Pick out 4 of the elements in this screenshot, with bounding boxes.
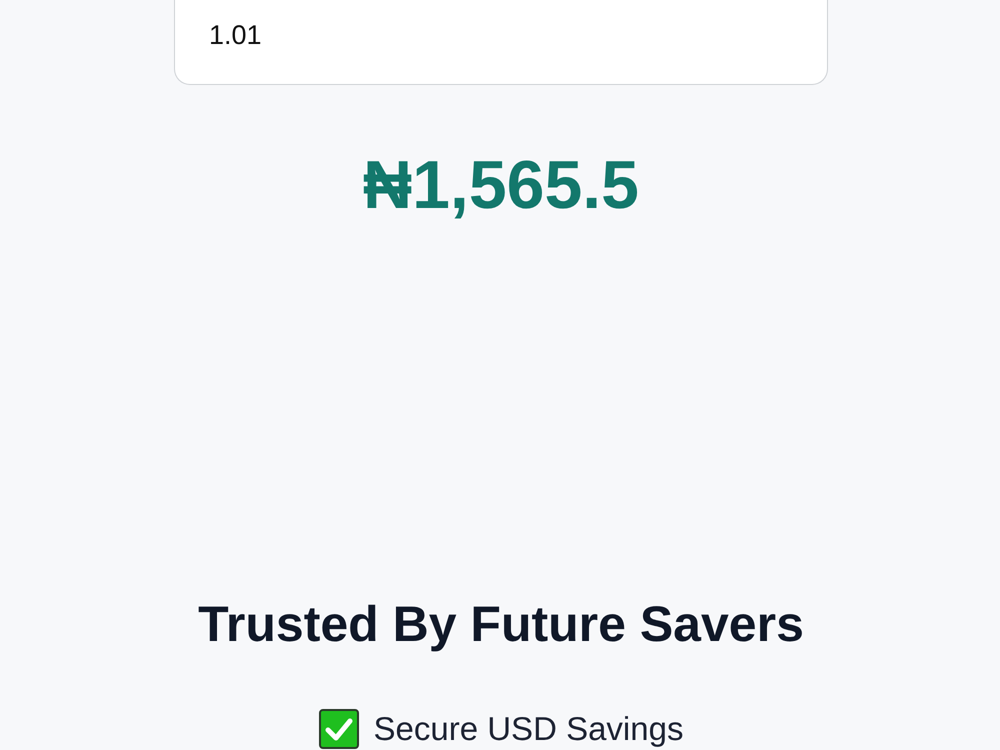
feature-label: Secure USD Savings xyxy=(374,709,684,749)
amount-input[interactable]: 1.01 xyxy=(174,0,828,85)
section-heading: Trusted By Future Savers xyxy=(198,595,804,654)
converted-amount: ₦1,565.5 xyxy=(363,146,639,225)
